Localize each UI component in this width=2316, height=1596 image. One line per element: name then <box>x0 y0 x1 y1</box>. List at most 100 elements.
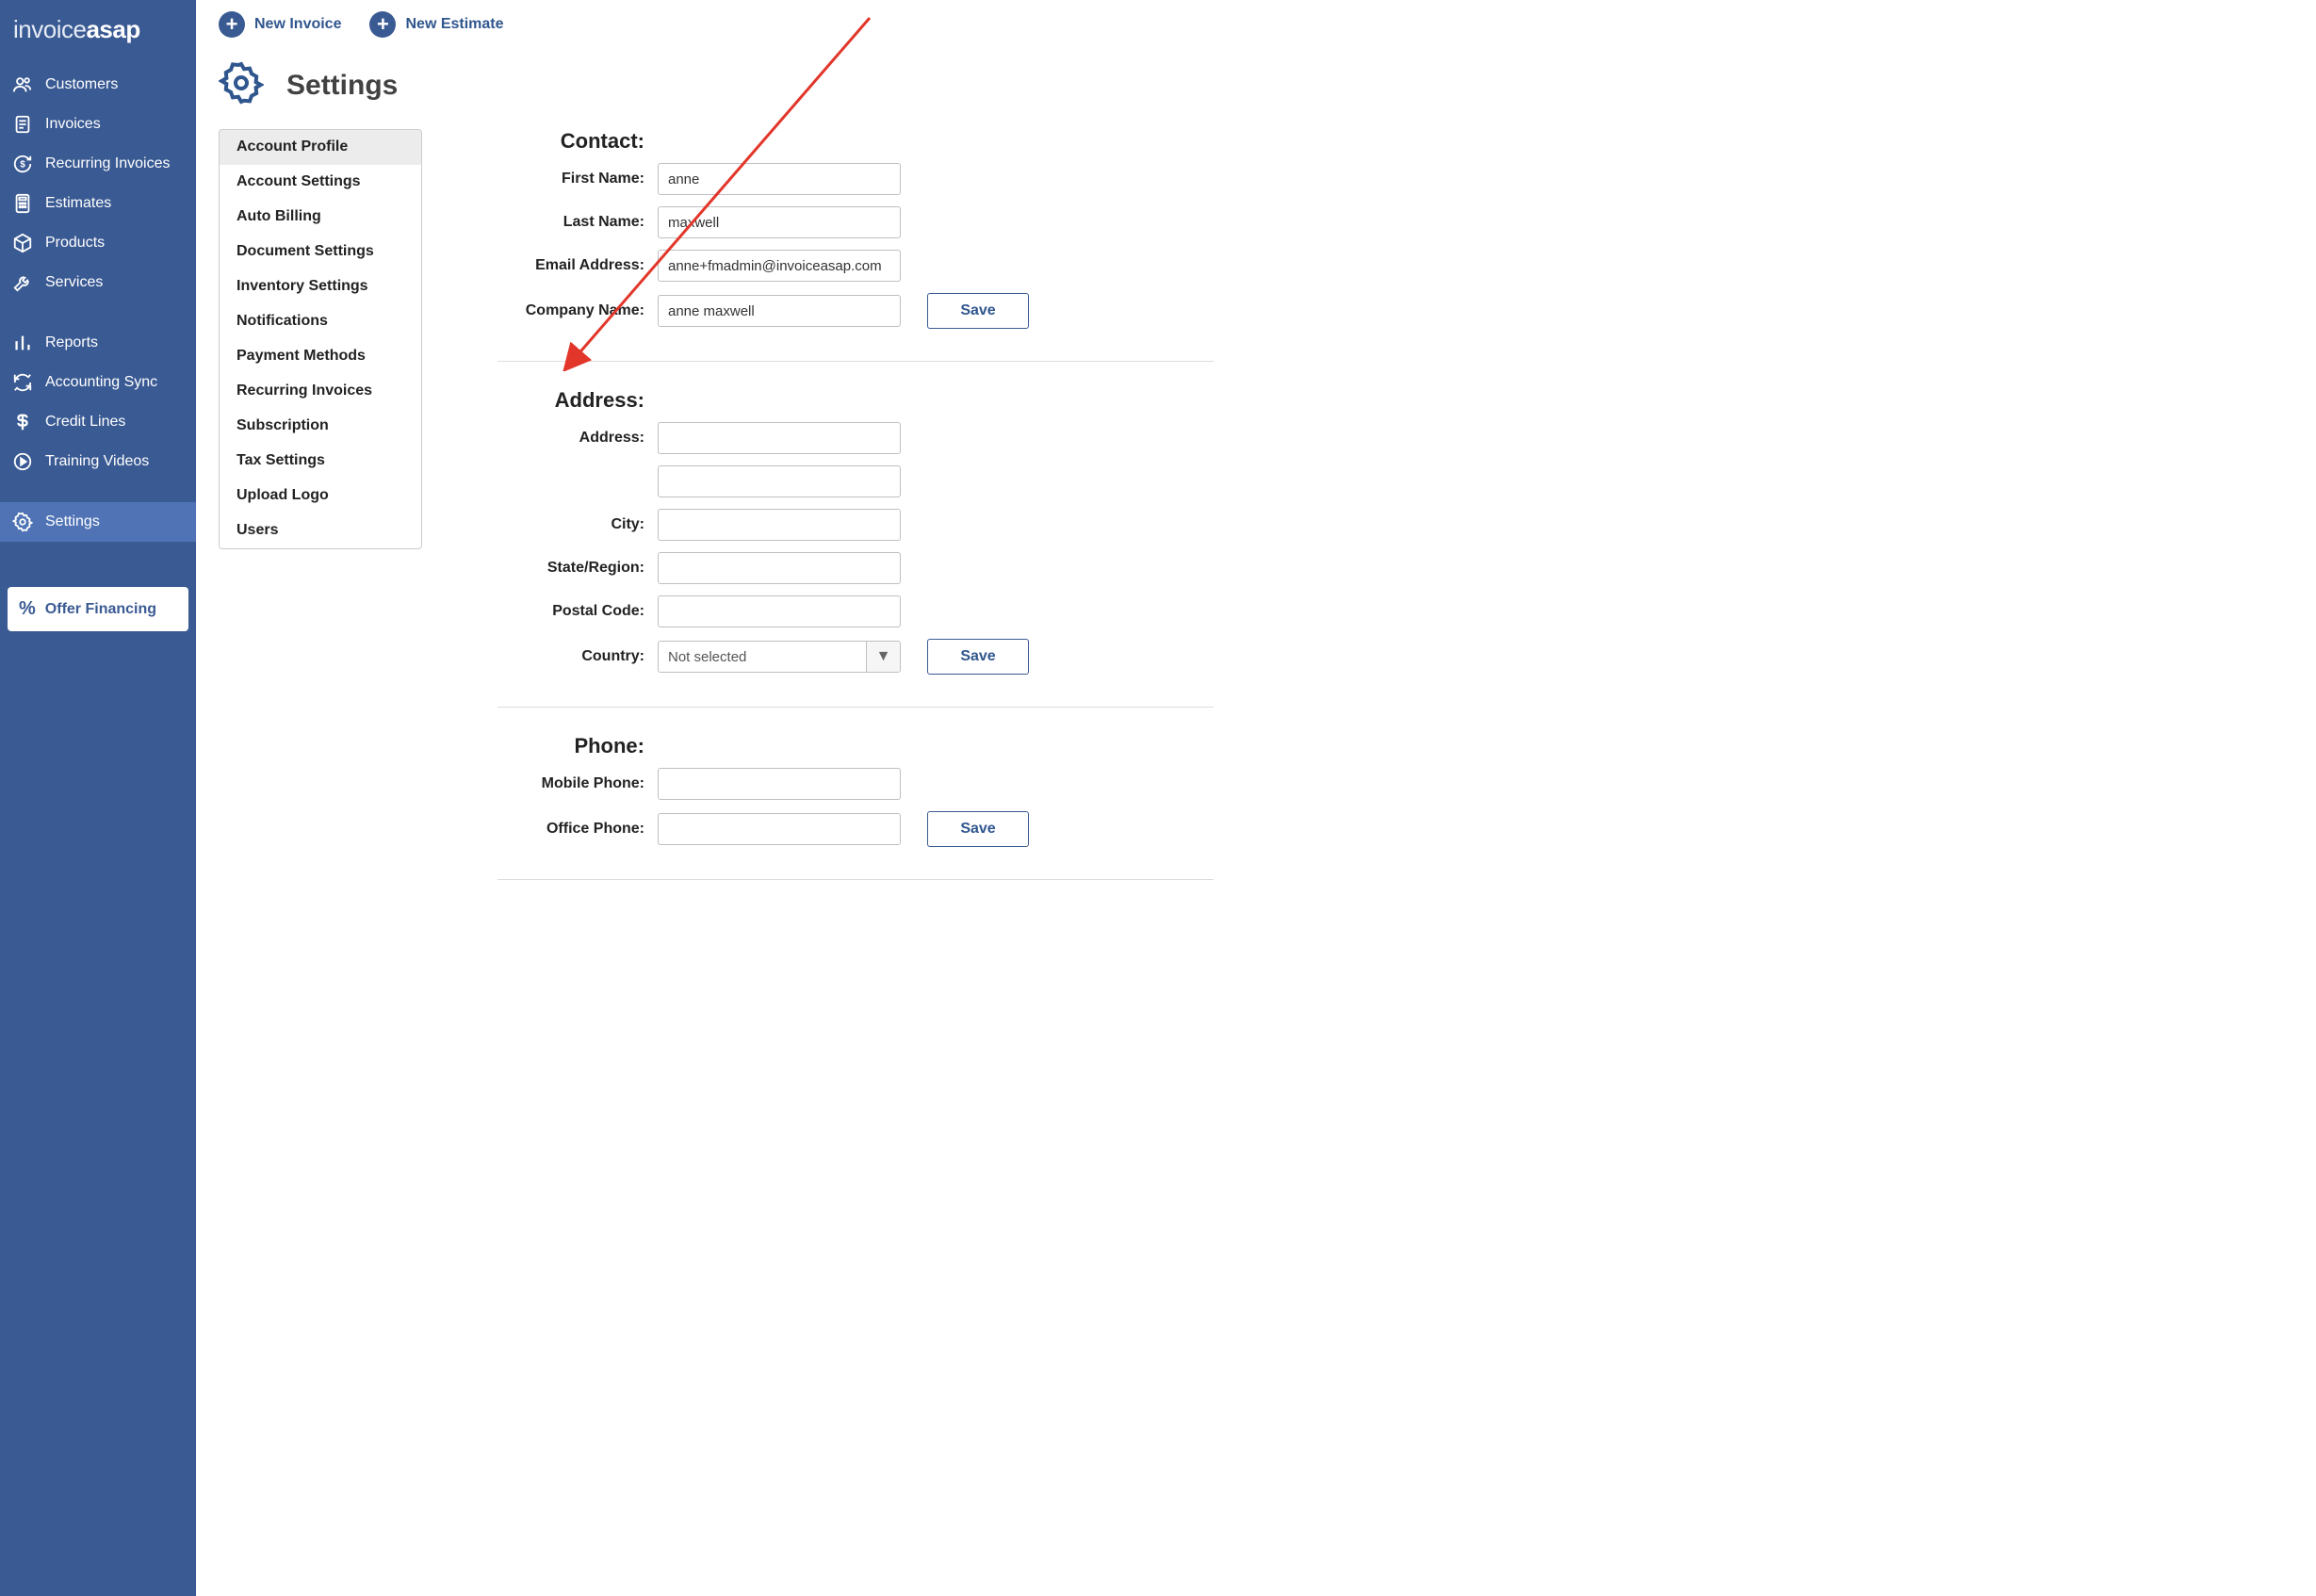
phone-section: Phone: Mobile Phone: Office Phone: Save <box>497 734 1214 880</box>
email-input[interactable] <box>658 250 901 282</box>
city-label: City: <box>497 516 644 533</box>
phone-heading: Phone: <box>497 734 644 758</box>
address-line2-input[interactable] <box>658 465 901 497</box>
play-circle-icon <box>11 450 34 473</box>
plus-icon: + <box>219 11 245 38</box>
settings-menu-subscription[interactable]: Subscription <box>220 409 421 444</box>
sidebar-item-label: Training Videos <box>45 453 149 470</box>
offer-financing-button[interactable]: % Offer Financing <box>8 587 188 631</box>
nav-primary: Customers Invoices $ Recurring Invoices … <box>0 65 196 302</box>
settings-menu-notifications[interactable]: Notifications <box>220 304 421 339</box>
contact-heading: Contact: <box>497 129 644 154</box>
office-phone-input[interactable] <box>658 813 901 845</box>
address-label: Address: <box>497 430 644 447</box>
settings-menu-account-settings[interactable]: Account Settings <box>220 165 421 200</box>
settings-menu-payment-methods[interactable]: Payment Methods <box>220 339 421 374</box>
address-section: Address: Address: City: State/Regio <box>497 388 1214 708</box>
save-phone-button[interactable]: Save <box>927 811 1029 847</box>
email-label: Email Address: <box>497 257 644 274</box>
sidebar-item-label: Credit Lines <box>45 414 125 431</box>
company-input[interactable] <box>658 295 901 327</box>
plus-icon: + <box>369 11 396 38</box>
state-label: State/Region: <box>497 560 644 577</box>
settings-form: Contact: First Name: Last Name: Email Ad… <box>497 129 1214 906</box>
new-estimate-button[interactable]: + New Estimate <box>369 11 503 38</box>
svg-text:$: $ <box>20 160 25 171</box>
new-invoice-label: New Invoice <box>254 16 341 33</box>
address-line1-input[interactable] <box>658 422 901 454</box>
logo: invoiceasap <box>0 0 196 65</box>
sidebar-item-label: Estimates <box>45 195 111 212</box>
sidebar-item-reports[interactable]: Reports <box>0 323 196 363</box>
postal-input[interactable] <box>658 595 901 627</box>
last-name-label: Last Name: <box>497 214 644 231</box>
company-label: Company Name: <box>497 302 644 319</box>
box-icon <box>11 232 34 254</box>
settings-menu-users[interactable]: Users <box>220 513 421 548</box>
sidebar-item-estimates[interactable]: Estimates <box>0 184 196 223</box>
country-label: Country: <box>497 648 644 665</box>
nav-secondary: Reports Accounting Sync Credit Lines Tra… <box>0 323 196 481</box>
address-heading: Address: <box>497 388 644 413</box>
page-heading: Settings <box>219 55 2293 129</box>
sidebar-item-recurring-invoices[interactable]: $ Recurring Invoices <box>0 144 196 184</box>
city-input[interactable] <box>658 509 901 541</box>
contact-section: Contact: First Name: Last Name: Email Ad… <box>497 129 1214 362</box>
office-phone-label: Office Phone: <box>497 821 644 838</box>
main-content: + New Invoice + New Estimate Settings Ac… <box>196 0 2316 1596</box>
sidebar-item-invoices[interactable]: Invoices <box>0 105 196 144</box>
sidebar-item-label: Products <box>45 235 105 252</box>
settings-menu-auto-billing[interactable]: Auto Billing <box>220 200 421 235</box>
postal-label: Postal Code: <box>497 603 644 620</box>
dollar-icon <box>11 411 34 433</box>
state-input[interactable] <box>658 552 901 584</box>
save-address-button[interactable]: Save <box>927 639 1029 675</box>
sidebar: invoiceasap Customers Invoices $ Recurri… <box>0 0 196 1596</box>
sidebar-item-label: Invoices <box>45 116 101 133</box>
settings-menu-recurring-invoices[interactable]: Recurring Invoices <box>220 374 421 409</box>
calculator-icon <box>11 192 34 215</box>
first-name-label: First Name: <box>497 171 644 187</box>
sidebar-item-credit-lines[interactable]: Credit Lines <box>0 402 196 442</box>
mobile-phone-input[interactable] <box>658 768 901 800</box>
settings-menu-document-settings[interactable]: Document Settings <box>220 235 421 269</box>
sidebar-item-training-videos[interactable]: Training Videos <box>0 442 196 481</box>
gear-icon <box>11 511 34 533</box>
sidebar-item-label: Accounting Sync <box>45 374 157 391</box>
sidebar-item-label: Reports <box>45 334 98 351</box>
bar-chart-icon <box>11 332 34 354</box>
offer-financing-label: Offer Financing <box>45 601 156 618</box>
country-select[interactable]: Not selected ▼ <box>658 641 901 673</box>
sidebar-item-services[interactable]: Services <box>0 263 196 302</box>
wrench-icon <box>11 271 34 294</box>
gear-icon <box>219 60 264 110</box>
settings-menu-tax-settings[interactable]: Tax Settings <box>220 444 421 479</box>
sidebar-item-label: Recurring Invoices <box>45 155 171 172</box>
clipboard-icon <box>11 113 34 136</box>
sidebar-item-settings[interactable]: Settings <box>0 502 196 542</box>
users-icon <box>11 73 34 96</box>
settings-menu-inventory-settings[interactable]: Inventory Settings <box>220 269 421 304</box>
settings-menu-upload-logo[interactable]: Upload Logo <box>220 479 421 513</box>
cycle-dollar-icon: $ <box>11 153 34 175</box>
new-invoice-button[interactable]: + New Invoice <box>219 11 341 38</box>
page-title: Settings <box>286 70 398 102</box>
percent-icon: % <box>19 598 36 620</box>
country-select-value: Not selected <box>659 642 866 672</box>
sidebar-item-products[interactable]: Products <box>0 223 196 263</box>
sync-icon <box>11 371 34 394</box>
topbar: + New Invoice + New Estimate <box>219 0 2293 55</box>
settings-menu-account-profile[interactable]: Account Profile <box>220 130 421 165</box>
sidebar-item-accounting-sync[interactable]: Accounting Sync <box>0 363 196 402</box>
sidebar-item-label: Services <box>45 274 103 291</box>
sidebar-item-label: Customers <box>45 76 118 93</box>
save-contact-button[interactable]: Save <box>927 293 1029 329</box>
new-estimate-label: New Estimate <box>405 16 503 33</box>
mobile-phone-label: Mobile Phone: <box>497 775 644 792</box>
last-name-input[interactable] <box>658 206 901 238</box>
chevron-down-icon: ▼ <box>866 642 900 672</box>
first-name-input[interactable] <box>658 163 901 195</box>
sidebar-item-label: Settings <box>45 513 100 530</box>
sidebar-item-customers[interactable]: Customers <box>0 65 196 105</box>
settings-submenu: Account Profile Account Settings Auto Bi… <box>219 129 422 549</box>
